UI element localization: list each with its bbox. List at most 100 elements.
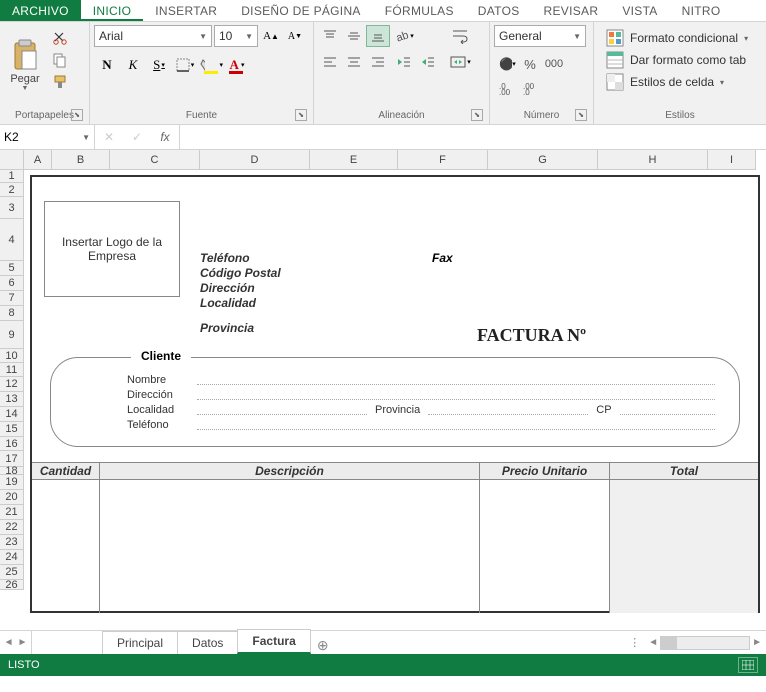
scrollbar-thumb[interactable] [661, 637, 677, 649]
bold-button[interactable]: N [94, 53, 120, 77]
comma-button[interactable]: 000 [542, 53, 566, 75]
font-size-combo[interactable]: 10▼ [214, 25, 258, 47]
scroll-left-button[interactable]: ◄ [648, 637, 658, 648]
tab-vista[interactable]: VISTA [610, 0, 669, 21]
sheet-options[interactable]: ⋮ [623, 636, 646, 649]
column-header-E[interactable]: E [310, 150, 398, 169]
row-headers[interactable]: 1234567891011121314151617181920212223242… [0, 170, 24, 590]
tab-inicio[interactable]: INICIO [81, 0, 143, 21]
name-box-input[interactable] [4, 130, 64, 144]
row-header-14[interactable]: 14 [0, 407, 23, 422]
select-all-corner[interactable] [0, 150, 24, 170]
sheet-nav[interactable]: ◄► [0, 631, 32, 654]
column-header-I[interactable]: I [708, 150, 756, 169]
alignment-launcher[interactable]: ⬊ [471, 109, 483, 121]
spreadsheet-grid[interactable]: ABCDEFGHI 123456789101112131415161718192… [0, 150, 766, 630]
sheet-tab-datos[interactable]: Datos [177, 631, 238, 654]
row-header-9[interactable]: 9 [0, 321, 23, 349]
column-header-F[interactable]: F [398, 150, 488, 169]
format-table-button[interactable]: Dar formato como tab [602, 49, 752, 71]
row-header-23[interactable]: 23 [0, 535, 23, 550]
align-bottom-button[interactable] [366, 25, 390, 47]
align-center-button[interactable] [342, 51, 366, 73]
column-header-H[interactable]: H [598, 150, 708, 169]
increase-indent-button[interactable] [416, 51, 440, 73]
view-normal-button[interactable] [738, 657, 758, 673]
row-header-22[interactable]: 22 [0, 520, 23, 535]
number-format-combo[interactable]: General▼ [494, 25, 586, 47]
row-header-4[interactable]: 4 [0, 219, 23, 261]
cancel-formula-button[interactable]: ✕ [95, 125, 123, 149]
paste-button[interactable]: Pegar ▼ [4, 25, 46, 93]
tab-revisar[interactable]: REVISAR [532, 0, 611, 21]
clipboard-launcher[interactable]: ⬊ [71, 109, 83, 121]
align-middle-button[interactable] [342, 25, 366, 47]
column-header-D[interactable]: D [200, 150, 310, 169]
number-launcher[interactable]: ⬊ [575, 109, 587, 121]
decrease-decimal-button[interactable]: .00.0 [518, 77, 542, 99]
row-header-6[interactable]: 6 [0, 276, 23, 291]
row-header-1[interactable]: 1 [0, 170, 23, 183]
row-header-11[interactable]: 11 [0, 363, 23, 377]
percent-button[interactable]: % [518, 53, 542, 75]
row-header-12[interactable]: 12 [0, 377, 23, 392]
underline-button[interactable]: S▾ [146, 53, 172, 77]
increase-font-button[interactable]: A▲ [260, 25, 282, 47]
column-header-B[interactable]: B [52, 150, 110, 169]
row-header-13[interactable]: 13 [0, 392, 23, 407]
column-header-G[interactable]: G [488, 150, 598, 169]
row-header-7[interactable]: 7 [0, 291, 23, 306]
orientation-button[interactable]: ab▾ [392, 25, 416, 47]
row-header-3[interactable]: 3 [0, 197, 23, 219]
fx-button[interactable]: fx [151, 125, 179, 149]
wrap-text-button[interactable] [446, 25, 474, 47]
sheet-tab-factura[interactable]: Factura [237, 629, 310, 654]
row-header-26[interactable]: 26 [0, 580, 23, 590]
chevron-down-icon[interactable]: ▼ [82, 133, 90, 142]
cut-button[interactable] [48, 28, 72, 48]
row-header-10[interactable]: 10 [0, 349, 23, 363]
formula-input[interactable] [180, 125, 766, 149]
column-header-A[interactable]: A [24, 150, 52, 169]
increase-decimal-button[interactable]: .0.00 [494, 77, 518, 99]
italic-button[interactable]: K [120, 53, 146, 77]
tab-formulas[interactable]: FÓRMULAS [373, 0, 466, 21]
row-header-19[interactable]: 19 [0, 475, 23, 490]
tab-nitro[interactable]: NITRO [670, 0, 733, 21]
column-headers[interactable]: ABCDEFGHI [24, 150, 756, 170]
align-left-button[interactable] [318, 51, 342, 73]
add-sheet-button[interactable]: ⊕ [310, 637, 336, 654]
row-header-21[interactable]: 21 [0, 505, 23, 520]
row-header-15[interactable]: 15 [0, 422, 23, 437]
decrease-font-button[interactable]: A▼ [284, 25, 306, 47]
row-header-18[interactable]: 18 [0, 467, 23, 475]
accept-formula-button[interactable]: ✓ [123, 125, 151, 149]
column-header-C[interactable]: C [110, 150, 200, 169]
tab-datos[interactable]: DATOS [466, 0, 532, 21]
font-name-combo[interactable]: Arial▼ [94, 25, 212, 47]
row-header-5[interactable]: 5 [0, 261, 23, 276]
merge-button[interactable]: ▾ [446, 51, 474, 73]
accounting-format-button[interactable]: ⚫▾ [494, 53, 518, 75]
tab-diseno[interactable]: DISEÑO DE PÁGINA [229, 0, 373, 21]
tab-insertar[interactable]: INSERTAR [143, 0, 229, 21]
align-right-button[interactable] [366, 51, 390, 73]
scroll-right-button[interactable]: ► [752, 637, 762, 648]
horizontal-scrollbar[interactable] [660, 636, 750, 650]
row-header-2[interactable]: 2 [0, 183, 23, 197]
row-header-16[interactable]: 16 [0, 437, 23, 451]
font-launcher[interactable]: ⬊ [295, 109, 307, 121]
copy-button[interactable] [48, 50, 72, 70]
fill-color-button[interactable]: ▾ [198, 53, 224, 77]
name-box[interactable]: ▼ [0, 125, 95, 149]
align-top-button[interactable] [318, 25, 342, 47]
conditional-format-button[interactable]: Formato condicional▾ [602, 27, 752, 49]
decrease-indent-button[interactable] [392, 51, 416, 73]
format-painter-button[interactable] [48, 72, 72, 92]
tab-archivo[interactable]: ARCHIVO [0, 0, 81, 21]
cell-styles-button[interactable]: Estilos de celda▾ [602, 71, 752, 93]
cell-area[interactable]: Insertar Logo de la Empresa Teléfono Cód… [24, 170, 766, 630]
font-color-button[interactable]: A▾ [224, 53, 250, 77]
border-button[interactable]: ▾ [172, 53, 198, 77]
row-header-8[interactable]: 8 [0, 306, 23, 321]
